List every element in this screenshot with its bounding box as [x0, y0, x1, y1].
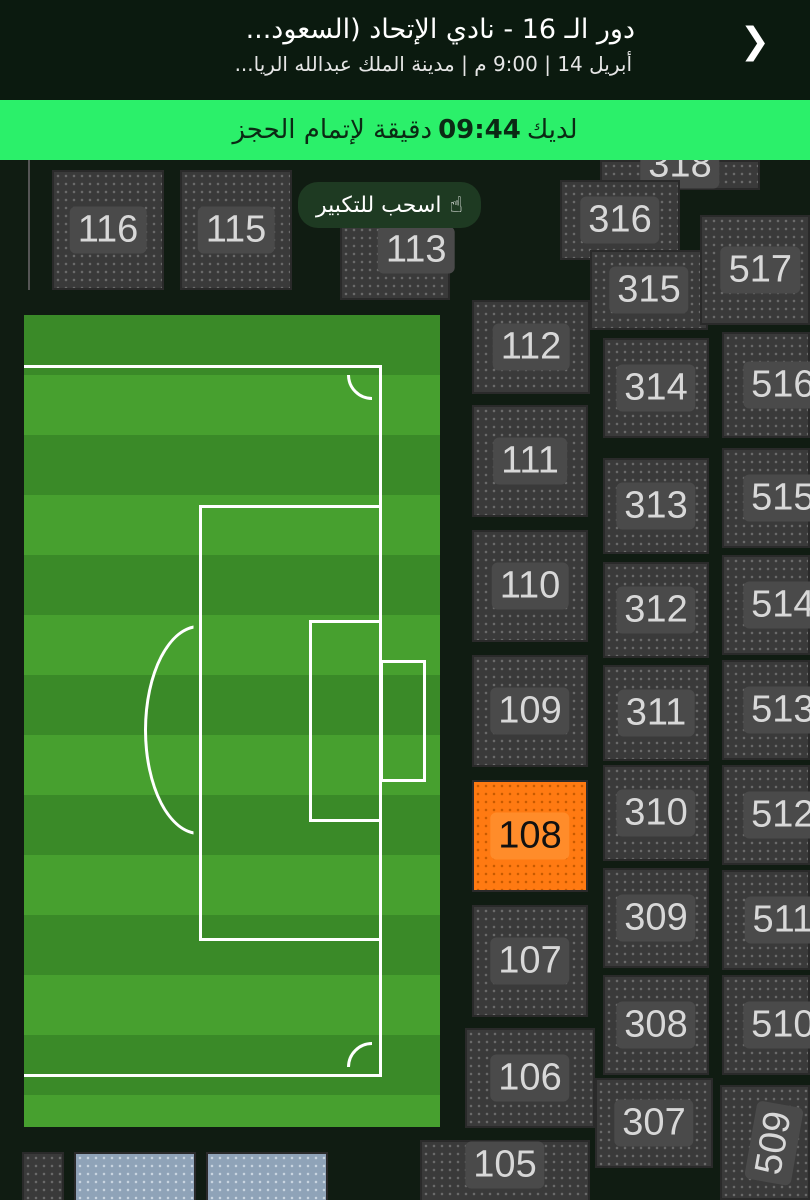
section-label: 116: [69, 206, 147, 254]
section-108[interactable]: 108: [472, 780, 588, 892]
goal: [380, 660, 426, 782]
stadium-map[interactable]: 116 115 113 112 111 110 109 108 107 106 …: [0, 160, 810, 1200]
timer-suffix: دقيقة لإتمام الحجز: [232, 115, 433, 145]
section-label: 308: [616, 1001, 696, 1049]
section-bottom-3[interactable]: [206, 1152, 328, 1200]
section-110[interactable]: 110: [472, 530, 588, 642]
section-517[interactable]: 517: [700, 215, 810, 325]
section-label: 514: [743, 581, 810, 629]
section-111[interactable]: 111: [472, 405, 588, 517]
section-label: 512: [743, 791, 810, 839]
section-label: 510: [743, 1001, 810, 1049]
section-label: 511: [744, 896, 810, 944]
section-label: 515: [743, 474, 810, 522]
section-label: 517: [720, 246, 800, 294]
section-310[interactable]: 310: [603, 765, 709, 861]
section-label: 307: [614, 1099, 694, 1147]
section-106[interactable]: 106: [465, 1028, 595, 1128]
section-label: 316: [580, 196, 660, 244]
section-309[interactable]: 309: [603, 868, 709, 968]
section-label: 313: [616, 482, 696, 530]
section-316[interactable]: 316: [560, 180, 680, 260]
section-515[interactable]: 515: [722, 448, 810, 548]
section-105[interactable]: 105: [420, 1140, 590, 1200]
section-label: 109: [490, 687, 570, 735]
section-514[interactable]: 514: [722, 555, 810, 655]
football-pitch: [24, 315, 440, 1127]
section-label: 309: [616, 894, 696, 942]
section-511[interactable]: 511: [722, 870, 810, 970]
section-label: 311: [617, 689, 695, 737]
zoom-hint-label: اسحب للتكبير: [316, 192, 442, 218]
section-label: 315: [609, 266, 689, 314]
booking-timer-bar: لديك 09:44 دقيقة لإتمام الحجز: [0, 100, 810, 160]
chevron-right-icon[interactable]: ❯: [740, 24, 770, 60]
section-510[interactable]: 510: [722, 975, 810, 1075]
section-label: 513: [743, 686, 810, 734]
section-112[interactable]: 112: [472, 300, 590, 394]
section-label: 106: [490, 1054, 570, 1102]
section-bottom-1[interactable]: [22, 1152, 64, 1200]
header: ❯ دور الـ 16 - نادي الإتحاد (السعود... أ…: [0, 0, 810, 100]
section-107[interactable]: 107: [472, 905, 588, 1017]
section-313[interactable]: 313: [603, 458, 709, 554]
section-115[interactable]: 115: [180, 170, 292, 290]
section-label: 115: [197, 206, 275, 254]
section-509[interactable]: 509: [720, 1085, 810, 1200]
section-116[interactable]: 116: [52, 170, 164, 290]
section-label: 112: [492, 323, 570, 371]
section-label: 314: [616, 364, 696, 412]
section-label: 509: [743, 1099, 804, 1186]
section-bottom-2[interactable]: [74, 1152, 196, 1200]
divider: [28, 160, 40, 290]
section-label: 108: [490, 812, 570, 860]
event-title: دور الـ 16 - نادي الإتحاد (السعود...: [245, 14, 635, 45]
section-label: 310: [616, 789, 696, 837]
timer-value: 09:44: [438, 115, 521, 145]
timer-prefix: لديك: [526, 115, 578, 145]
section-512[interactable]: 512: [722, 765, 810, 865]
zoom-hint: ☝ اسحب للتكبير: [298, 182, 481, 228]
section-516[interactable]: 516: [722, 332, 810, 438]
section-label: 113: [377, 226, 455, 274]
section-label: 516: [743, 361, 810, 409]
section-label: 110: [491, 562, 569, 610]
section-513[interactable]: 513: [722, 660, 810, 760]
section-label: 111: [493, 437, 567, 485]
section-311[interactable]: 311: [603, 665, 709, 761]
section-109[interactable]: 109: [472, 655, 588, 767]
goal-area: [309, 620, 382, 822]
section-307[interactable]: 307: [595, 1078, 713, 1168]
section-308[interactable]: 308: [603, 975, 709, 1075]
pinch-zoom-icon: ☝: [449, 192, 463, 218]
section-label: 105: [465, 1141, 545, 1189]
event-subtitle: أبريل 14 | 9:00 م | مدينة الملك عبدالله …: [234, 52, 632, 76]
section-label: 312: [616, 586, 696, 634]
section-label: 107: [490, 937, 570, 985]
section-312[interactable]: 312: [603, 562, 709, 658]
section-315[interactable]: 315: [590, 250, 708, 330]
section-314[interactable]: 314: [603, 338, 709, 438]
